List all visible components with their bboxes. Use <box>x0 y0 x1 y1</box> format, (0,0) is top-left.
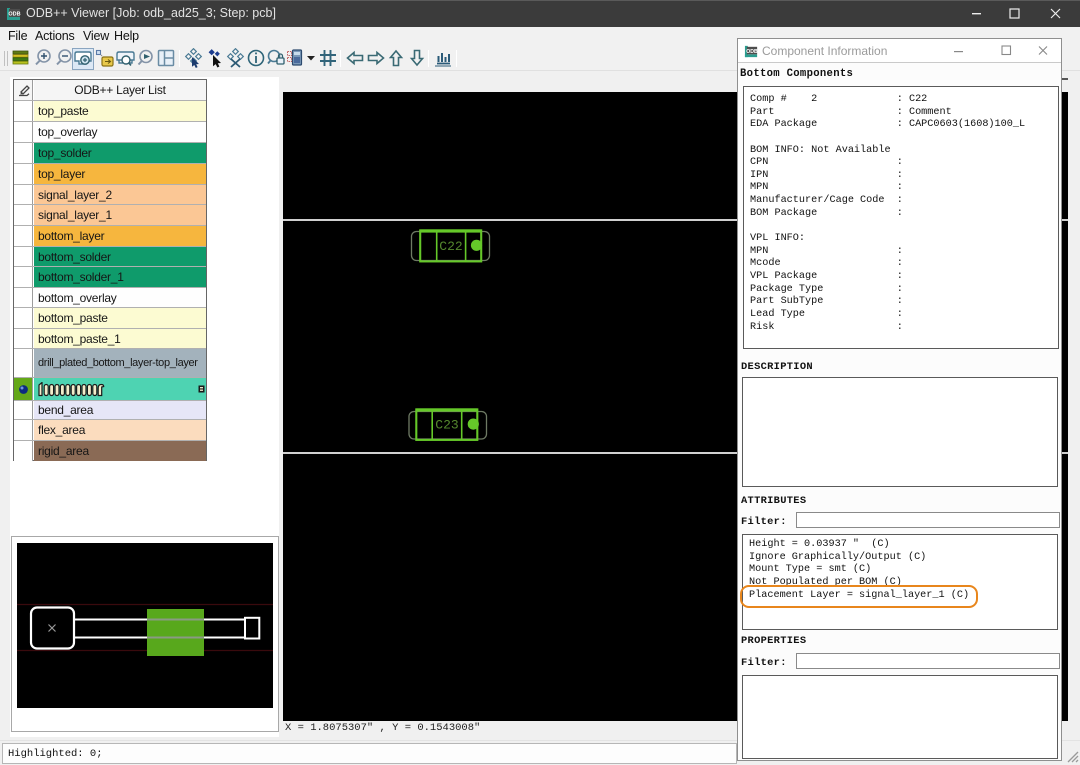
svg-text:ODB: ODB <box>746 49 758 55</box>
svg-text:C22: C22 <box>439 239 462 254</box>
svg-text:ODB: ODB <box>8 12 20 18</box>
svg-text:C23: C23 <box>435 418 458 433</box>
